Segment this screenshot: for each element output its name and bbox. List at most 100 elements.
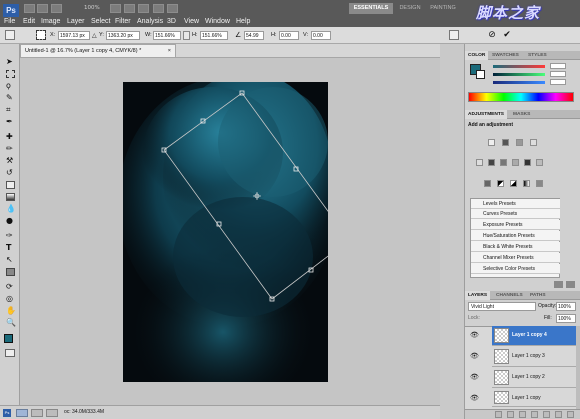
tab-swatches[interactable]: SWATCHES [489, 51, 522, 60]
document-tab[interactable]: Untitled-1 @ 16.7% (Layer 1 copy 4, CMYK… [20, 44, 176, 57]
type-tool-icon[interactable]: T [6, 244, 15, 252]
quick-selection-tool-icon[interactable]: ✎ [6, 94, 15, 102]
crop-tool-icon[interactable]: ⌗ [6, 106, 15, 114]
red-value-field[interactable] [550, 63, 566, 69]
blend-mode-select[interactable]: Vivid Light [468, 302, 536, 311]
commit-transform-icon[interactable]: ✔ [502, 30, 512, 40]
marquee-tool-icon[interactable] [6, 70, 15, 78]
color-spectrum-bar[interactable] [468, 92, 574, 102]
tab-layers[interactable]: LAYERS [465, 291, 491, 300]
blur-tool-icon[interactable]: 💧 [6, 205, 16, 213]
document-canvas[interactable] [123, 82, 328, 382]
levels-icon[interactable] [502, 139, 509, 146]
taskbar-app-icon-2[interactable] [31, 409, 43, 417]
hand-tool-icon[interactable] [110, 4, 121, 13]
black-white-icon[interactable] [512, 159, 519, 166]
visibility-eye-icon[interactable]: 👁 [470, 331, 479, 339]
gradient-map-icon[interactable] [523, 180, 530, 187]
history-brush-tool-icon[interactable]: ↺ [6, 169, 15, 177]
preset-black-white[interactable]: Black & White Presets [471, 242, 560, 252]
preset-exposure[interactable]: Exposure Presets [471, 220, 560, 230]
tab-paths[interactable]: PATHS [527, 291, 549, 300]
preset-selective-color[interactable]: Selective Color Presets [471, 264, 560, 274]
workspace-design[interactable]: DESIGN [395, 3, 425, 14]
exposure-icon[interactable] [530, 139, 537, 146]
x-position-field[interactable]: 1597.13 px [58, 31, 90, 40]
width-scale-field[interactable]: 151.66% [153, 31, 181, 40]
dodge-tool-icon[interactable]: ● [6, 217, 15, 225]
photo-filter-icon[interactable] [524, 159, 531, 166]
menu-3d[interactable]: 3D [167, 17, 176, 26]
eraser-tool-icon[interactable] [6, 181, 15, 189]
opacity-field[interactable]: 100% [556, 302, 576, 311]
brush-tool-icon[interactable]: ✏ [6, 145, 15, 153]
arrange-documents-icon[interactable] [153, 4, 164, 13]
red-slider[interactable] [493, 65, 545, 68]
layer-row[interactable]: 👁 Layer 1 copy 3 [470, 347, 576, 367]
screen-mode-icon[interactable] [167, 4, 178, 13]
zoom-level[interactable]: 100% [84, 4, 104, 13]
eyedropper-tool-icon[interactable]: ✒ [6, 118, 15, 126]
menu-select[interactable]: Select [91, 17, 110, 26]
link-layers-icon[interactable] [495, 411, 502, 418]
layers-scrollbar[interactable] [576, 326, 580, 409]
add-mask-icon[interactable] [519, 411, 526, 418]
healing-brush-tool-icon[interactable]: ✚ [6, 133, 15, 141]
add-style-icon[interactable] [507, 411, 514, 418]
vibrance-icon[interactable] [476, 159, 483, 166]
menu-analysis[interactable]: Analysis [137, 17, 163, 26]
menu-layer[interactable]: Layer [67, 17, 85, 26]
menu-filter[interactable]: Filter [115, 17, 131, 26]
tab-masks[interactable]: MASKS [510, 110, 533, 119]
height-scale-field[interactable]: 151.66% [200, 31, 228, 40]
cancel-transform-icon[interactable]: ⊘ [487, 30, 497, 40]
panel-menu-icon[interactable] [566, 281, 575, 288]
layer-row[interactable]: 👁 Layer 1 copy [470, 389, 576, 407]
taskbar-app-icon-3[interactable] [46, 409, 58, 417]
brightness-contrast-icon[interactable] [488, 139, 495, 146]
reference-point-icon[interactable] [36, 30, 46, 40]
selective-color-icon[interactable] [536, 180, 543, 187]
rotate-view-icon[interactable] [138, 4, 149, 13]
menu-image[interactable]: Image [41, 17, 60, 26]
clip-to-layer-icon[interactable] [554, 281, 563, 288]
trash-icon[interactable] [567, 411, 574, 418]
visibility-eye-icon[interactable]: 👁 [470, 373, 479, 381]
channel-mixer-icon[interactable] [536, 159, 543, 166]
move-tool-icon[interactable]: ➤ [6, 58, 15, 66]
layer-row[interactable]: 👁 Layer 1 copy 4 [470, 326, 576, 346]
zoom-tool-panel-icon[interactable]: 🔍 [6, 319, 16, 327]
bridge-icon[interactable] [24, 4, 35, 13]
visibility-eye-icon[interactable]: 👁 [470, 352, 479, 360]
tab-color[interactable]: COLOR [465, 51, 489, 60]
shape-tool-icon[interactable] [6, 268, 15, 276]
link-aspect-icon[interactable] [183, 31, 190, 40]
vertical-skew-field[interactable]: 0.00 [311, 31, 331, 40]
fill-field[interactable]: 100% [556, 314, 576, 323]
quick-mask-icon[interactable] [5, 349, 15, 357]
menu-window[interactable]: Window [205, 17, 230, 26]
clone-stamp-tool-icon[interactable]: ⚒ [6, 157, 15, 165]
zoom-tool-icon[interactable] [124, 4, 135, 13]
green-value-field[interactable] [550, 71, 566, 77]
3d-rotate-tool-icon[interactable]: ⟳ [6, 283, 15, 291]
layer-row[interactable]: 👁 Layer 1 copy 2 [470, 368, 576, 388]
tab-styles[interactable]: STYLES [525, 51, 550, 60]
lasso-tool-icon[interactable]: ϙ [6, 82, 15, 90]
menu-view[interactable]: View [184, 17, 199, 26]
tab-adjustments[interactable]: ADJUSTMENTS [465, 110, 507, 119]
workspace-essentials[interactable]: ESSENTIALS [349, 3, 393, 14]
tab-channels[interactable]: CHANNELS [493, 291, 526, 300]
y-position-field[interactable]: 1363.20 px [106, 31, 140, 40]
menu-file[interactable]: File [4, 17, 15, 26]
preset-curves[interactable]: Curves Presets [471, 209, 560, 219]
preset-channel-mixer[interactable]: Channel Mixer Presets [471, 253, 560, 263]
preset-levels[interactable]: Levels Presets [471, 199, 560, 209]
visibility-eye-icon[interactable]: 👁 [470, 394, 479, 402]
threshold-icon[interactable] [510, 180, 517, 187]
workspace-painting[interactable]: PAINTING [428, 3, 458, 14]
3d-orbit-tool-icon[interactable]: ◎ [6, 295, 15, 303]
foreground-color-swatch[interactable] [4, 334, 13, 343]
menu-edit[interactable]: Edit [23, 17, 35, 26]
menu-help[interactable]: Help [236, 17, 250, 26]
